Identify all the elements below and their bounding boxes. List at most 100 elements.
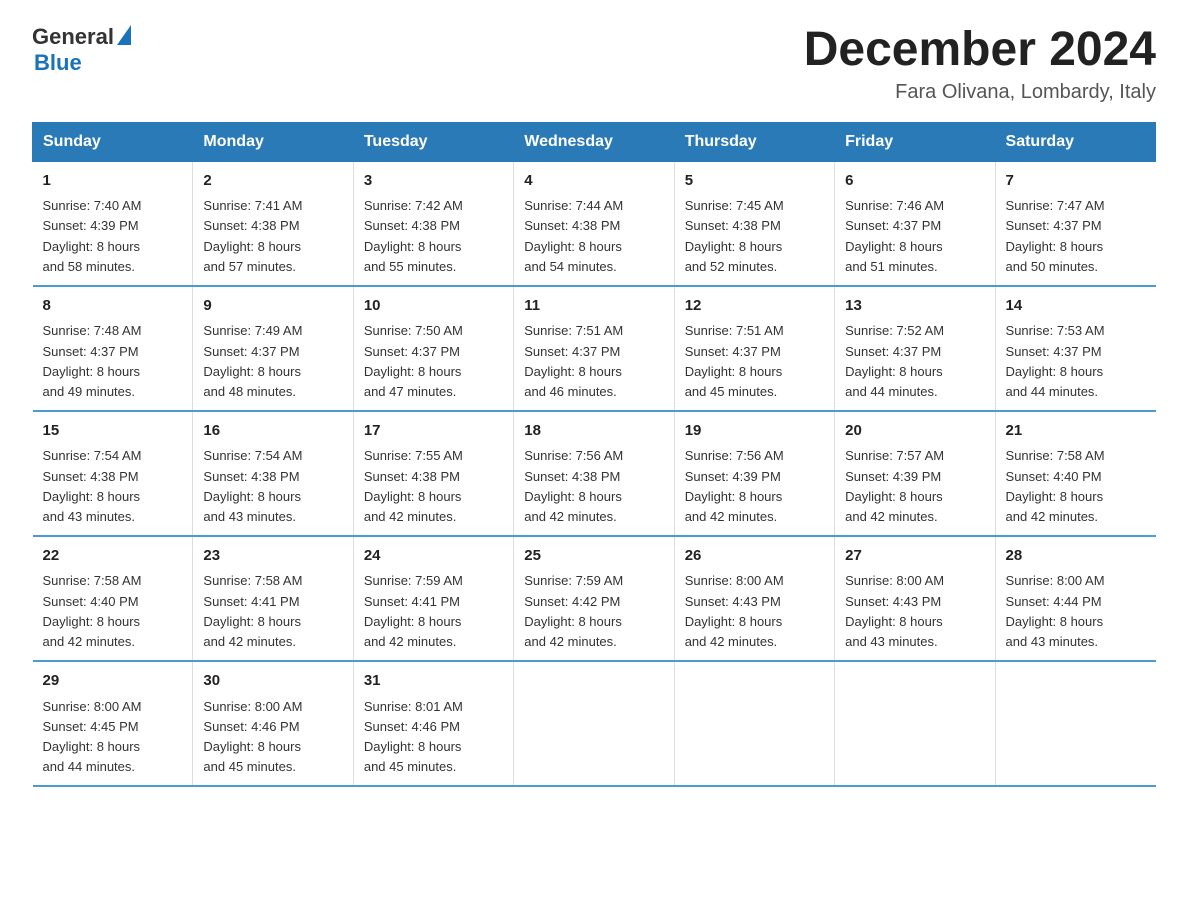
- day-number: 18: [524, 420, 663, 443]
- day-info: Sunrise: 7:47 AMSunset: 4:37 PMDaylight:…: [1006, 198, 1105, 273]
- day-number: 6: [845, 170, 984, 193]
- day-info: Sunrise: 7:59 AMSunset: 4:41 PMDaylight:…: [364, 573, 463, 648]
- day-number: 2: [203, 170, 342, 193]
- day-info: Sunrise: 7:49 AMSunset: 4:37 PMDaylight:…: [203, 323, 302, 398]
- day-info: Sunrise: 7:58 AMSunset: 4:40 PMDaylight:…: [43, 573, 142, 648]
- table-row: 28 Sunrise: 8:00 AMSunset: 4:44 PMDaylig…: [995, 536, 1155, 661]
- month-title: December 2024: [804, 24, 1156, 77]
- table-row: 12 Sunrise: 7:51 AMSunset: 4:37 PMDaylig…: [674, 286, 834, 411]
- day-number: 12: [685, 295, 824, 318]
- table-row: 7 Sunrise: 7:47 AMSunset: 4:37 PMDayligh…: [995, 161, 1155, 286]
- logo-blue: Blue: [34, 50, 82, 76]
- day-info: Sunrise: 7:56 AMSunset: 4:39 PMDaylight:…: [685, 448, 784, 523]
- day-number: 9: [203, 295, 342, 318]
- day-info: Sunrise: 7:45 AMSunset: 4:38 PMDaylight:…: [685, 198, 784, 273]
- day-number: 8: [43, 295, 183, 318]
- table-row: 30 Sunrise: 8:00 AMSunset: 4:46 PMDaylig…: [193, 661, 353, 786]
- day-info: Sunrise: 7:56 AMSunset: 4:38 PMDaylight:…: [524, 448, 623, 523]
- day-number: 17: [364, 420, 503, 443]
- table-row: 9 Sunrise: 7:49 AMSunset: 4:37 PMDayligh…: [193, 286, 353, 411]
- table-row: 20 Sunrise: 7:57 AMSunset: 4:39 PMDaylig…: [835, 411, 995, 536]
- day-number: 26: [685, 545, 824, 568]
- day-info: Sunrise: 7:52 AMSunset: 4:37 PMDaylight:…: [845, 323, 944, 398]
- table-row: 3 Sunrise: 7:42 AMSunset: 4:38 PMDayligh…: [353, 161, 513, 286]
- day-info: Sunrise: 7:55 AMSunset: 4:38 PMDaylight:…: [364, 448, 463, 523]
- day-number: 4: [524, 170, 663, 193]
- calendar-table: Sunday Monday Tuesday Wednesday Thursday…: [32, 122, 1156, 787]
- day-info: Sunrise: 7:53 AMSunset: 4:37 PMDaylight:…: [1006, 323, 1105, 398]
- day-number: 27: [845, 545, 984, 568]
- day-info: Sunrise: 7:59 AMSunset: 4:42 PMDaylight:…: [524, 573, 623, 648]
- calendar-week-row: 22 Sunrise: 7:58 AMSunset: 4:40 PMDaylig…: [33, 536, 1156, 661]
- table-row: 25 Sunrise: 7:59 AMSunset: 4:42 PMDaylig…: [514, 536, 674, 661]
- calendar-week-row: 1 Sunrise: 7:40 AMSunset: 4:39 PMDayligh…: [33, 161, 1156, 286]
- day-info: Sunrise: 7:41 AMSunset: 4:38 PMDaylight:…: [203, 198, 302, 273]
- weekday-header-row: Sunday Monday Tuesday Wednesday Thursday…: [33, 122, 1156, 161]
- day-info: Sunrise: 7:50 AMSunset: 4:37 PMDaylight:…: [364, 323, 463, 398]
- table-row: 4 Sunrise: 7:44 AMSunset: 4:38 PMDayligh…: [514, 161, 674, 286]
- day-number: 29: [43, 670, 183, 693]
- day-info: Sunrise: 7:44 AMSunset: 4:38 PMDaylight:…: [524, 198, 623, 273]
- table-row: 24 Sunrise: 7:59 AMSunset: 4:41 PMDaylig…: [353, 536, 513, 661]
- location-subtitle: Fara Olivana, Lombardy, Italy: [804, 81, 1156, 104]
- page-header: General Blue December 2024 Fara Olivana,…: [32, 24, 1156, 104]
- day-info: Sunrise: 8:00 AMSunset: 4:46 PMDaylight:…: [203, 699, 302, 774]
- day-info: Sunrise: 8:00 AMSunset: 4:43 PMDaylight:…: [685, 573, 784, 648]
- day-info: Sunrise: 7:51 AMSunset: 4:37 PMDaylight:…: [524, 323, 623, 398]
- day-number: 30: [203, 670, 342, 693]
- table-row: 31 Sunrise: 8:01 AMSunset: 4:46 PMDaylig…: [353, 661, 513, 786]
- day-number: 5: [685, 170, 824, 193]
- day-info: Sunrise: 7:42 AMSunset: 4:38 PMDaylight:…: [364, 198, 463, 273]
- day-info: Sunrise: 7:57 AMSunset: 4:39 PMDaylight:…: [845, 448, 944, 523]
- day-number: 7: [1006, 170, 1146, 193]
- day-info: Sunrise: 8:00 AMSunset: 4:43 PMDaylight:…: [845, 573, 944, 648]
- table-row: 23 Sunrise: 7:58 AMSunset: 4:41 PMDaylig…: [193, 536, 353, 661]
- day-number: 20: [845, 420, 984, 443]
- table-row: 16 Sunrise: 7:54 AMSunset: 4:38 PMDaylig…: [193, 411, 353, 536]
- table-row: [995, 661, 1155, 786]
- table-row: 15 Sunrise: 7:54 AMSunset: 4:38 PMDaylig…: [33, 411, 193, 536]
- day-number: 16: [203, 420, 342, 443]
- logo: General Blue: [32, 24, 131, 76]
- table-row: 1 Sunrise: 7:40 AMSunset: 4:39 PMDayligh…: [33, 161, 193, 286]
- table-row: 14 Sunrise: 7:53 AMSunset: 4:37 PMDaylig…: [995, 286, 1155, 411]
- day-number: 13: [845, 295, 984, 318]
- day-info: Sunrise: 7:54 AMSunset: 4:38 PMDaylight:…: [203, 448, 302, 523]
- table-row: 19 Sunrise: 7:56 AMSunset: 4:39 PMDaylig…: [674, 411, 834, 536]
- calendar-week-row: 8 Sunrise: 7:48 AMSunset: 4:37 PMDayligh…: [33, 286, 1156, 411]
- day-info: Sunrise: 8:00 AMSunset: 4:44 PMDaylight:…: [1006, 573, 1105, 648]
- day-number: 1: [43, 170, 183, 193]
- table-row: 8 Sunrise: 7:48 AMSunset: 4:37 PMDayligh…: [33, 286, 193, 411]
- day-number: 23: [203, 545, 342, 568]
- day-info: Sunrise: 8:00 AMSunset: 4:45 PMDaylight:…: [43, 699, 142, 774]
- table-row: 18 Sunrise: 7:56 AMSunset: 4:38 PMDaylig…: [514, 411, 674, 536]
- day-info: Sunrise: 7:48 AMSunset: 4:37 PMDaylight:…: [43, 323, 142, 398]
- header-thursday: Thursday: [674, 122, 834, 161]
- day-info: Sunrise: 7:54 AMSunset: 4:38 PMDaylight:…: [43, 448, 142, 523]
- day-info: Sunrise: 7:51 AMSunset: 4:37 PMDaylight:…: [685, 323, 784, 398]
- day-number: 19: [685, 420, 824, 443]
- header-friday: Friday: [835, 122, 995, 161]
- calendar-week-row: 29 Sunrise: 8:00 AMSunset: 4:45 PMDaylig…: [33, 661, 1156, 786]
- logo-triangle-icon: [117, 25, 131, 45]
- logo-general: General: [32, 24, 114, 50]
- day-number: 14: [1006, 295, 1146, 318]
- day-info: Sunrise: 7:58 AMSunset: 4:41 PMDaylight:…: [203, 573, 302, 648]
- table-row: [674, 661, 834, 786]
- day-info: Sunrise: 8:01 AMSunset: 4:46 PMDaylight:…: [364, 699, 463, 774]
- day-number: 28: [1006, 545, 1146, 568]
- day-number: 3: [364, 170, 503, 193]
- header-wednesday: Wednesday: [514, 122, 674, 161]
- day-info: Sunrise: 7:40 AMSunset: 4:39 PMDaylight:…: [43, 198, 142, 273]
- day-number: 22: [43, 545, 183, 568]
- table-row: 5 Sunrise: 7:45 AMSunset: 4:38 PMDayligh…: [674, 161, 834, 286]
- table-row: 27 Sunrise: 8:00 AMSunset: 4:43 PMDaylig…: [835, 536, 995, 661]
- table-row: 22 Sunrise: 7:58 AMSunset: 4:40 PMDaylig…: [33, 536, 193, 661]
- table-row: 17 Sunrise: 7:55 AMSunset: 4:38 PMDaylig…: [353, 411, 513, 536]
- header-saturday: Saturday: [995, 122, 1155, 161]
- day-info: Sunrise: 7:46 AMSunset: 4:37 PMDaylight:…: [845, 198, 944, 273]
- day-number: 21: [1006, 420, 1146, 443]
- day-number: 25: [524, 545, 663, 568]
- table-row: 26 Sunrise: 8:00 AMSunset: 4:43 PMDaylig…: [674, 536, 834, 661]
- title-area: December 2024 Fara Olivana, Lombardy, It…: [804, 24, 1156, 104]
